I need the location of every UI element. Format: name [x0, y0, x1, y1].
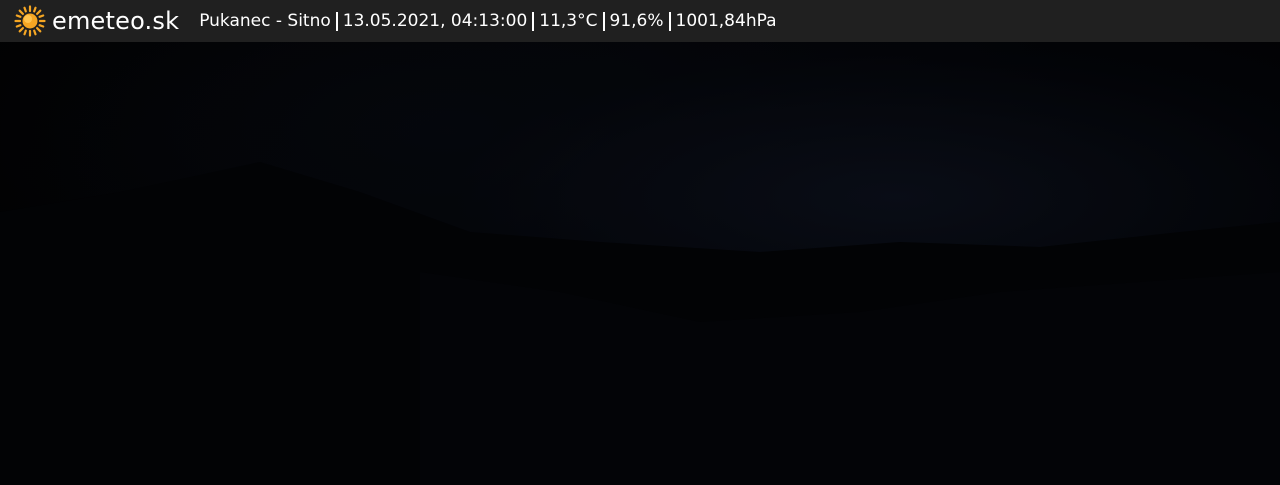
separator — [532, 11, 535, 31]
pressure: 1001,84hPa — [675, 11, 777, 31]
webcam-viewer: emeteo.sk Pukanec - Sitno 13.05.2021, 04… — [0, 0, 1280, 485]
top-bar: emeteo.sk Pukanec - Sitno 13.05.2021, 04… — [0, 0, 1280, 42]
weather-info: Pukanec - Sitno 13.05.2021, 04:13:00 11,… — [199, 0, 776, 42]
brand-name: emeteo.sk — [52, 7, 180, 35]
datetime: 13.05.2021, 04:13:00 — [342, 11, 528, 31]
webcam-image — [0, 42, 1280, 485]
temperature: 11,3°C — [539, 11, 598, 31]
humidity: 91,6% — [609, 11, 664, 31]
separator — [602, 11, 605, 31]
sun-icon — [14, 5, 46, 37]
station-name: Pukanec - Sitno — [199, 11, 331, 31]
separator — [668, 11, 671, 31]
brand-logo[interactable]: emeteo.sk — [14, 0, 179, 42]
separator — [335, 11, 338, 31]
night-landscape — [0, 162, 1280, 485]
